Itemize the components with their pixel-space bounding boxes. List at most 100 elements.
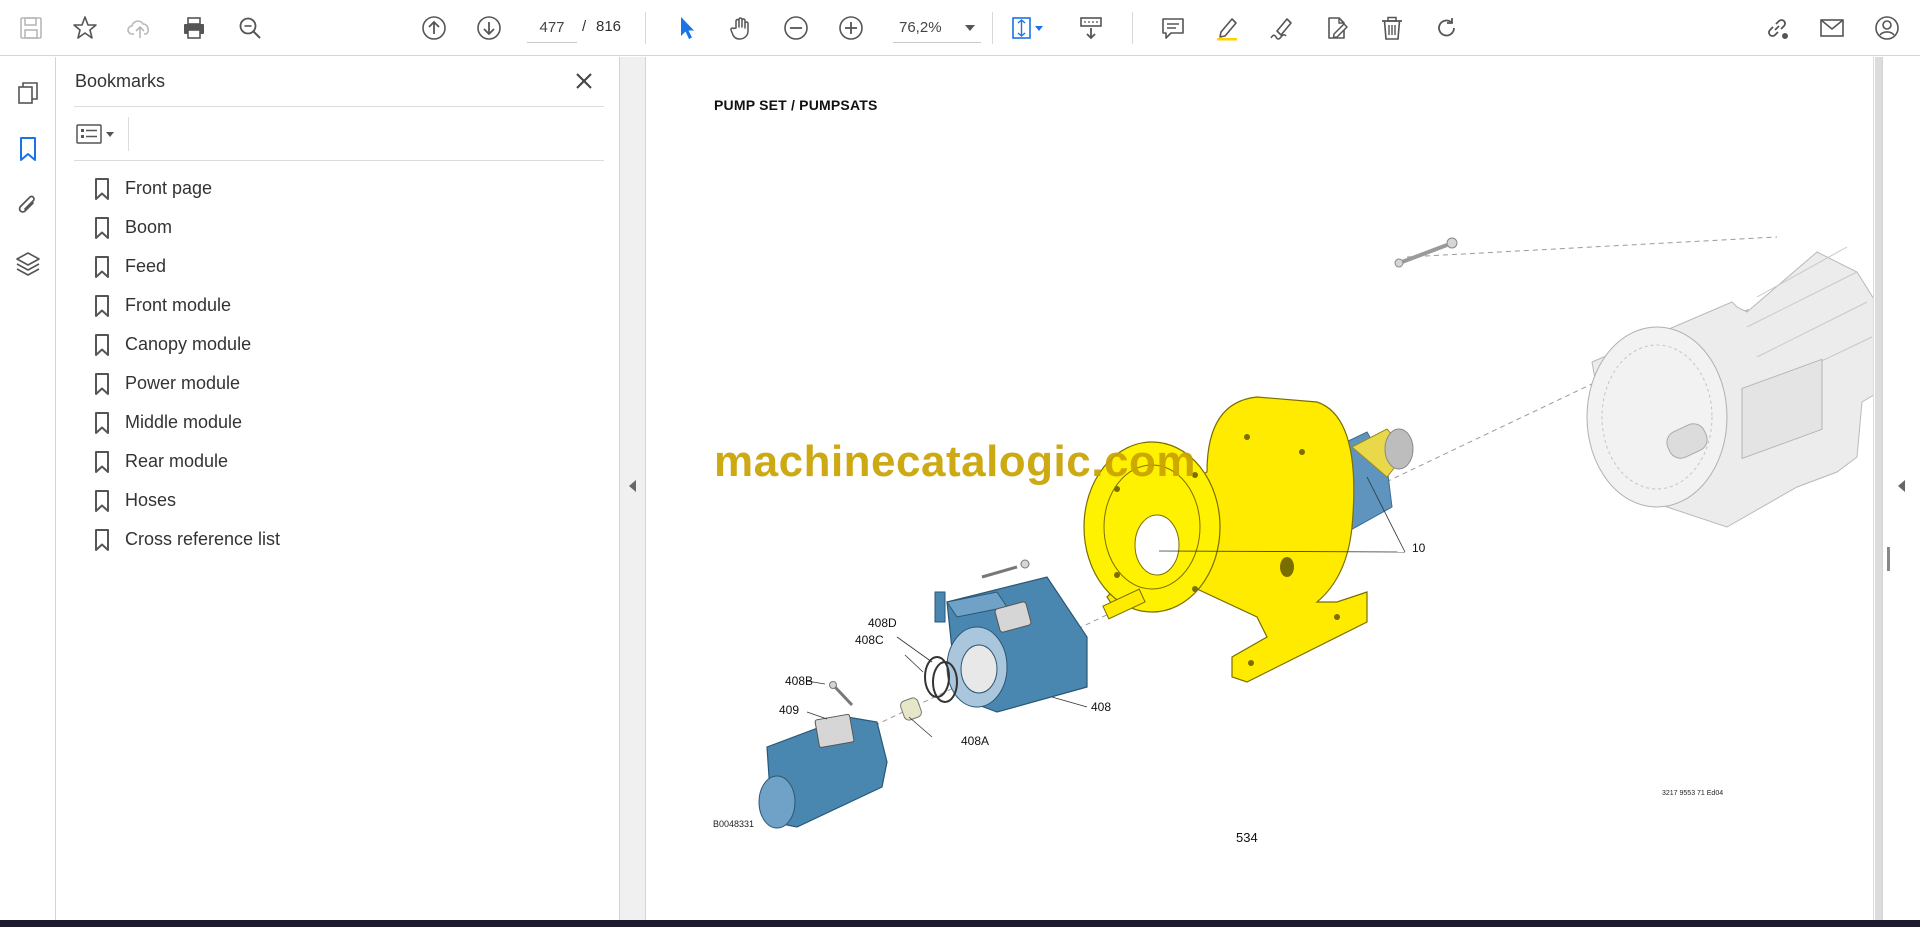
vertical-scrollbar[interactable] — [1873, 57, 1882, 920]
sign-icon[interactable] — [1263, 9, 1301, 47]
layers-icon[interactable] — [11, 246, 45, 280]
bookmark-icon — [95, 411, 109, 434]
bookmark-label: Feed — [125, 256, 167, 276]
delete-icon[interactable] — [1373, 9, 1411, 47]
bookmark-options-button[interactable] — [76, 119, 124, 149]
zoom-level-dropdown[interactable]: 76,2% — [893, 13, 981, 43]
document-reference: 3217 9553 71 Ed04 — [1662, 790, 1724, 797]
bookmark-item[interactable]: Feed — [93, 247, 593, 286]
bookmark-label: Cross reference list — [125, 529, 281, 549]
printed-page-number: 534 — [1236, 830, 1258, 845]
list-options-icon — [76, 124, 102, 144]
bookmarks-panel-title: Bookmarks — [75, 71, 166, 91]
bookmark-icon — [95, 489, 109, 512]
attachments-icon[interactable] — [11, 188, 45, 222]
bookmark-list: Front page Boom Feed Front module Canopy mod… — [93, 169, 593, 559]
zoom-level-value: 76,2% — [899, 19, 942, 36]
pump-mounting-bracket — [1083, 396, 1368, 683]
rotate-icon[interactable] — [1428, 9, 1466, 47]
select-cursor-icon[interactable] — [668, 9, 706, 47]
email-icon[interactable] — [1813, 9, 1851, 47]
next-page-icon[interactable] — [470, 9, 508, 47]
bookmark-label: Hoses — [125, 490, 177, 510]
pdf-page: PUMP SET / PUMPSATS 10 408 408A 408B 408… — [647, 57, 1873, 920]
account-icon[interactable] — [1868, 9, 1906, 47]
comment-icon[interactable] — [1154, 9, 1192, 47]
callout-408B: 408B — [785, 674, 813, 688]
hydraulic-pump — [934, 559, 1088, 713]
document-viewport[interactable]: PUMP SET / PUMPSATS 10 408 408A 408B 408… — [647, 57, 1873, 920]
zoom-out-icon[interactable] — [777, 9, 815, 47]
drawing-code: B0048331 — [713, 819, 755, 829]
bookmarks-icon[interactable] — [11, 132, 45, 166]
navigation-rail — [0, 57, 56, 920]
callout-408D: 408D — [868, 616, 897, 630]
bookmark-item[interactable]: Cross reference list — [93, 520, 593, 559]
hand-tool-icon[interactable] — [722, 9, 760, 47]
scrolling-mode-icon[interactable] — [1072, 9, 1110, 47]
bookmark-label: Rear module — [125, 451, 229, 471]
bookmark-item[interactable]: Boom — [93, 208, 593, 247]
bookmark-item[interactable]: Front page — [93, 169, 593, 208]
save-icon[interactable] — [12, 9, 50, 47]
bookmark-label: Power module — [125, 373, 241, 393]
chevron-down-icon — [965, 24, 975, 31]
mounting-bolts — [1394, 237, 1458, 268]
bookmark-icon — [95, 372, 109, 395]
bookmark-label: Front page — [125, 178, 213, 198]
edit-pdf-icon[interactable] — [1318, 9, 1356, 47]
toolbar-divider — [1132, 12, 1133, 44]
page-separator: / — [582, 18, 587, 35]
callout-408: 408 — [1091, 700, 1111, 714]
scrollbar-thumb[interactable] — [1875, 57, 1882, 920]
callout-409: 409 — [779, 703, 799, 717]
bookmark-icon — [95, 450, 109, 473]
right-tools-rail — [1882, 57, 1920, 920]
bookmark-item[interactable]: Hoses — [93, 481, 593, 520]
fit-page-icon[interactable] — [1003, 9, 1053, 47]
main-toolbar: / 816 76,2% — [0, 0, 1920, 56]
page-thumbnails-icon[interactable] — [11, 76, 45, 110]
panel-divider — [128, 117, 129, 151]
bookmarks-panel: Bookmarks Front page Boom Feed Front module… — [57, 57, 619, 920]
bookmark-icon — [95, 255, 109, 278]
bookmark-icon — [95, 177, 109, 200]
collapse-left-icon[interactable] — [629, 480, 636, 492]
bookmark-icon — [95, 294, 109, 317]
cloud-upload-icon[interactable] — [121, 9, 159, 47]
search-zoom-icon[interactable] — [231, 9, 269, 47]
callout-408C: 408C — [855, 633, 884, 647]
toolbar-divider — [645, 12, 646, 44]
panel-collapse-splitter[interactable] — [619, 57, 646, 920]
page-total: 816 — [596, 18, 622, 35]
electric-motor — [1586, 246, 1873, 528]
bookmark-item[interactable]: Power module — [93, 364, 593, 403]
taskbar-edge — [0, 920, 1920, 927]
bookmark-item[interactable]: Front module — [93, 286, 593, 325]
bookmark-item[interactable]: Canopy module — [93, 325, 593, 364]
bookmark-label: Canopy module — [125, 334, 252, 354]
callout-408A: 408A — [961, 734, 989, 748]
bookmark-label: Boom — [125, 217, 173, 237]
bookmark-label: Middle module — [125, 412, 243, 432]
previous-page-icon[interactable] — [415, 9, 453, 47]
expand-right-panel-icon[interactable] — [1898, 480, 1905, 492]
toolbar-divider — [992, 12, 993, 44]
panel-divider — [74, 160, 604, 161]
chevron-down-icon — [106, 131, 114, 137]
bookmark-icon — [95, 528, 109, 551]
close-icon[interactable] — [571, 68, 597, 94]
star-icon[interactable] — [66, 9, 104, 47]
page-number-input[interactable] — [527, 13, 577, 43]
print-icon[interactable] — [175, 9, 213, 47]
resize-grip[interactable] — [1887, 547, 1890, 571]
bookmark-icon — [95, 333, 109, 356]
highlight-icon[interactable] — [1208, 9, 1246, 47]
plug-fitting — [900, 697, 922, 721]
share-link-icon[interactable] — [1758, 9, 1796, 47]
bookmark-item[interactable]: Rear module — [93, 442, 593, 481]
zoom-in-icon[interactable] — [832, 9, 870, 47]
callout-10: 10 — [1412, 541, 1426, 555]
bookmark-item[interactable]: Middle module — [93, 403, 593, 442]
panel-divider — [74, 106, 604, 107]
